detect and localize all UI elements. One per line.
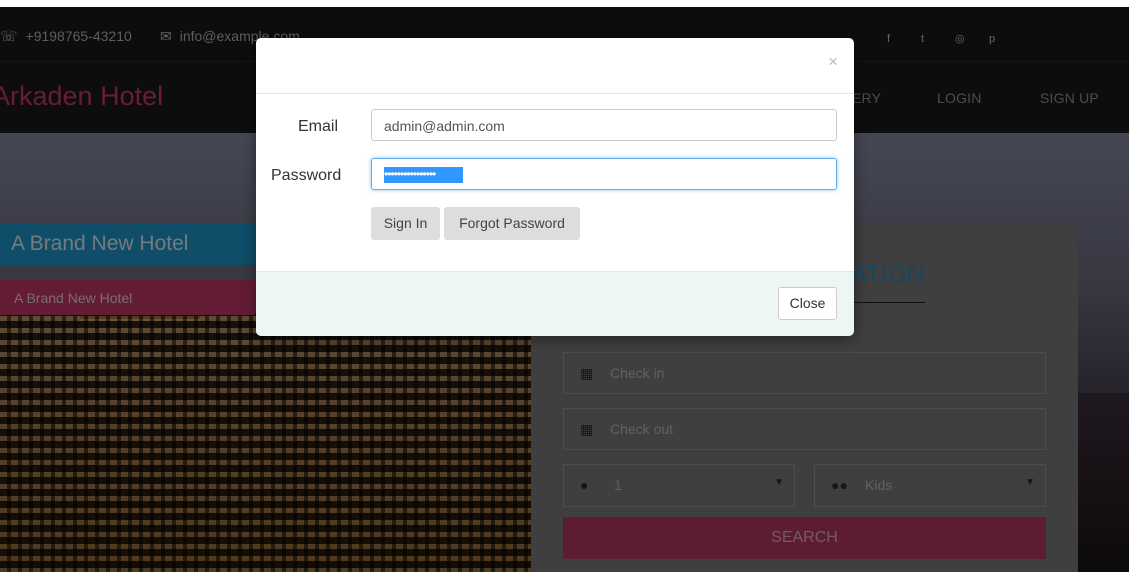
password-label: Password xyxy=(271,167,342,184)
email-field[interactable]: admin@admin.com xyxy=(371,109,837,141)
modal-header-divider xyxy=(256,93,854,94)
sign-in-button[interactable]: Sign In xyxy=(371,207,440,240)
email-value: admin@admin.com xyxy=(384,118,505,134)
top-strip xyxy=(0,0,1129,7)
modal-footer: Close xyxy=(256,271,854,336)
forgot-password-button[interactable]: Forgot Password xyxy=(444,207,580,240)
email-label: Email xyxy=(298,118,339,135)
password-field[interactable]: •••••••••••••••• xyxy=(371,158,837,190)
close-icon[interactable]: × xyxy=(828,52,838,72)
login-modal: × Email admin@admin.com Password •••••••… xyxy=(256,38,854,336)
close-button[interactable]: Close xyxy=(778,287,837,320)
password-value-selected: •••••••••••••••• xyxy=(384,167,463,183)
